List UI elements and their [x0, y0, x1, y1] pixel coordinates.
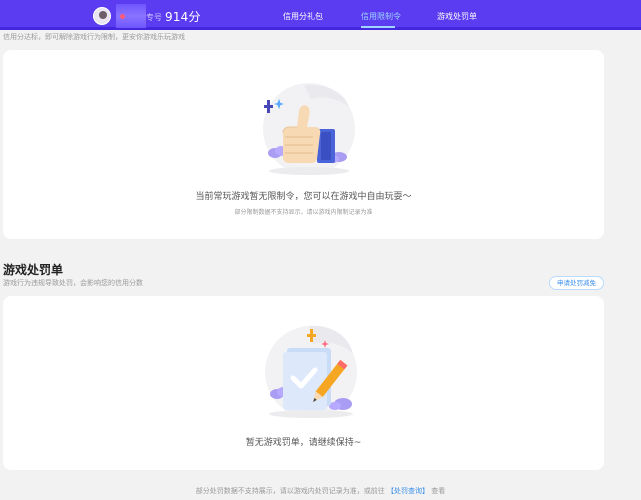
avatar[interactable] — [93, 7, 111, 25]
penalty-query-link[interactable]: 【处罚查询】 — [387, 487, 429, 495]
tab-credit-restriction[interactable]: 信用限制令 — [361, 11, 401, 22]
footer-note: 部分处罚数据不支持展示，请以游戏内处罚记录为准，或前往 【处罚查询】 查看 — [0, 486, 641, 496]
appeal-button[interactable]: 申请处罚减免 — [549, 276, 604, 290]
penalty-card: 暂无游戏罚单，请继续保持~ — [3, 296, 604, 470]
active-tab-underline — [361, 26, 395, 28]
footer-text: 部分处罚数据不支持展示，请以游戏内处罚记录为准，或前往 — [195, 487, 385, 495]
nickname-suffix: 专号 — [146, 13, 162, 22]
restriction-note: 信用分达标，即可解除游戏行为限制，更安你游戏乐玩游戏 — [3, 33, 185, 41]
tab-credit-gift[interactable]: 信用分礼包 — [283, 11, 323, 22]
top-nav-bar: 专号 914分 信用分礼包 信用限制令 游戏处罚单 — [0, 0, 641, 30]
nickname-dot — [120, 14, 125, 19]
restriction-message: 当前常玩游戏暂无限制令，您可以在游戏中自由玩耍～ — [195, 192, 412, 202]
credit-score: 914分 — [165, 10, 201, 24]
pencil-document-icon — [265, 325, 357, 418]
footer-suffix: 查看 — [431, 487, 446, 495]
restriction-submessage: 部分限制数据不支持显示，请以游戏内限制记录为准 — [234, 209, 373, 216]
tab-game-penalty[interactable]: 游戏处罚单 — [437, 11, 477, 22]
thumbs-up-icon — [263, 83, 355, 175]
penalty-section-title: 游戏处罚单 — [3, 263, 64, 277]
restriction-card: 当前常玩游戏暂无限制令，您可以在游戏中自由玩耍～ 部分限制数据不支持显示，请以游… — [3, 50, 604, 239]
penalty-section-subtitle: 游戏行为违规导致处罚，会影响您的信用分数 — [3, 279, 143, 287]
penalty-message: 暂无游戏罚单，请继续保持~ — [245, 438, 362, 448]
